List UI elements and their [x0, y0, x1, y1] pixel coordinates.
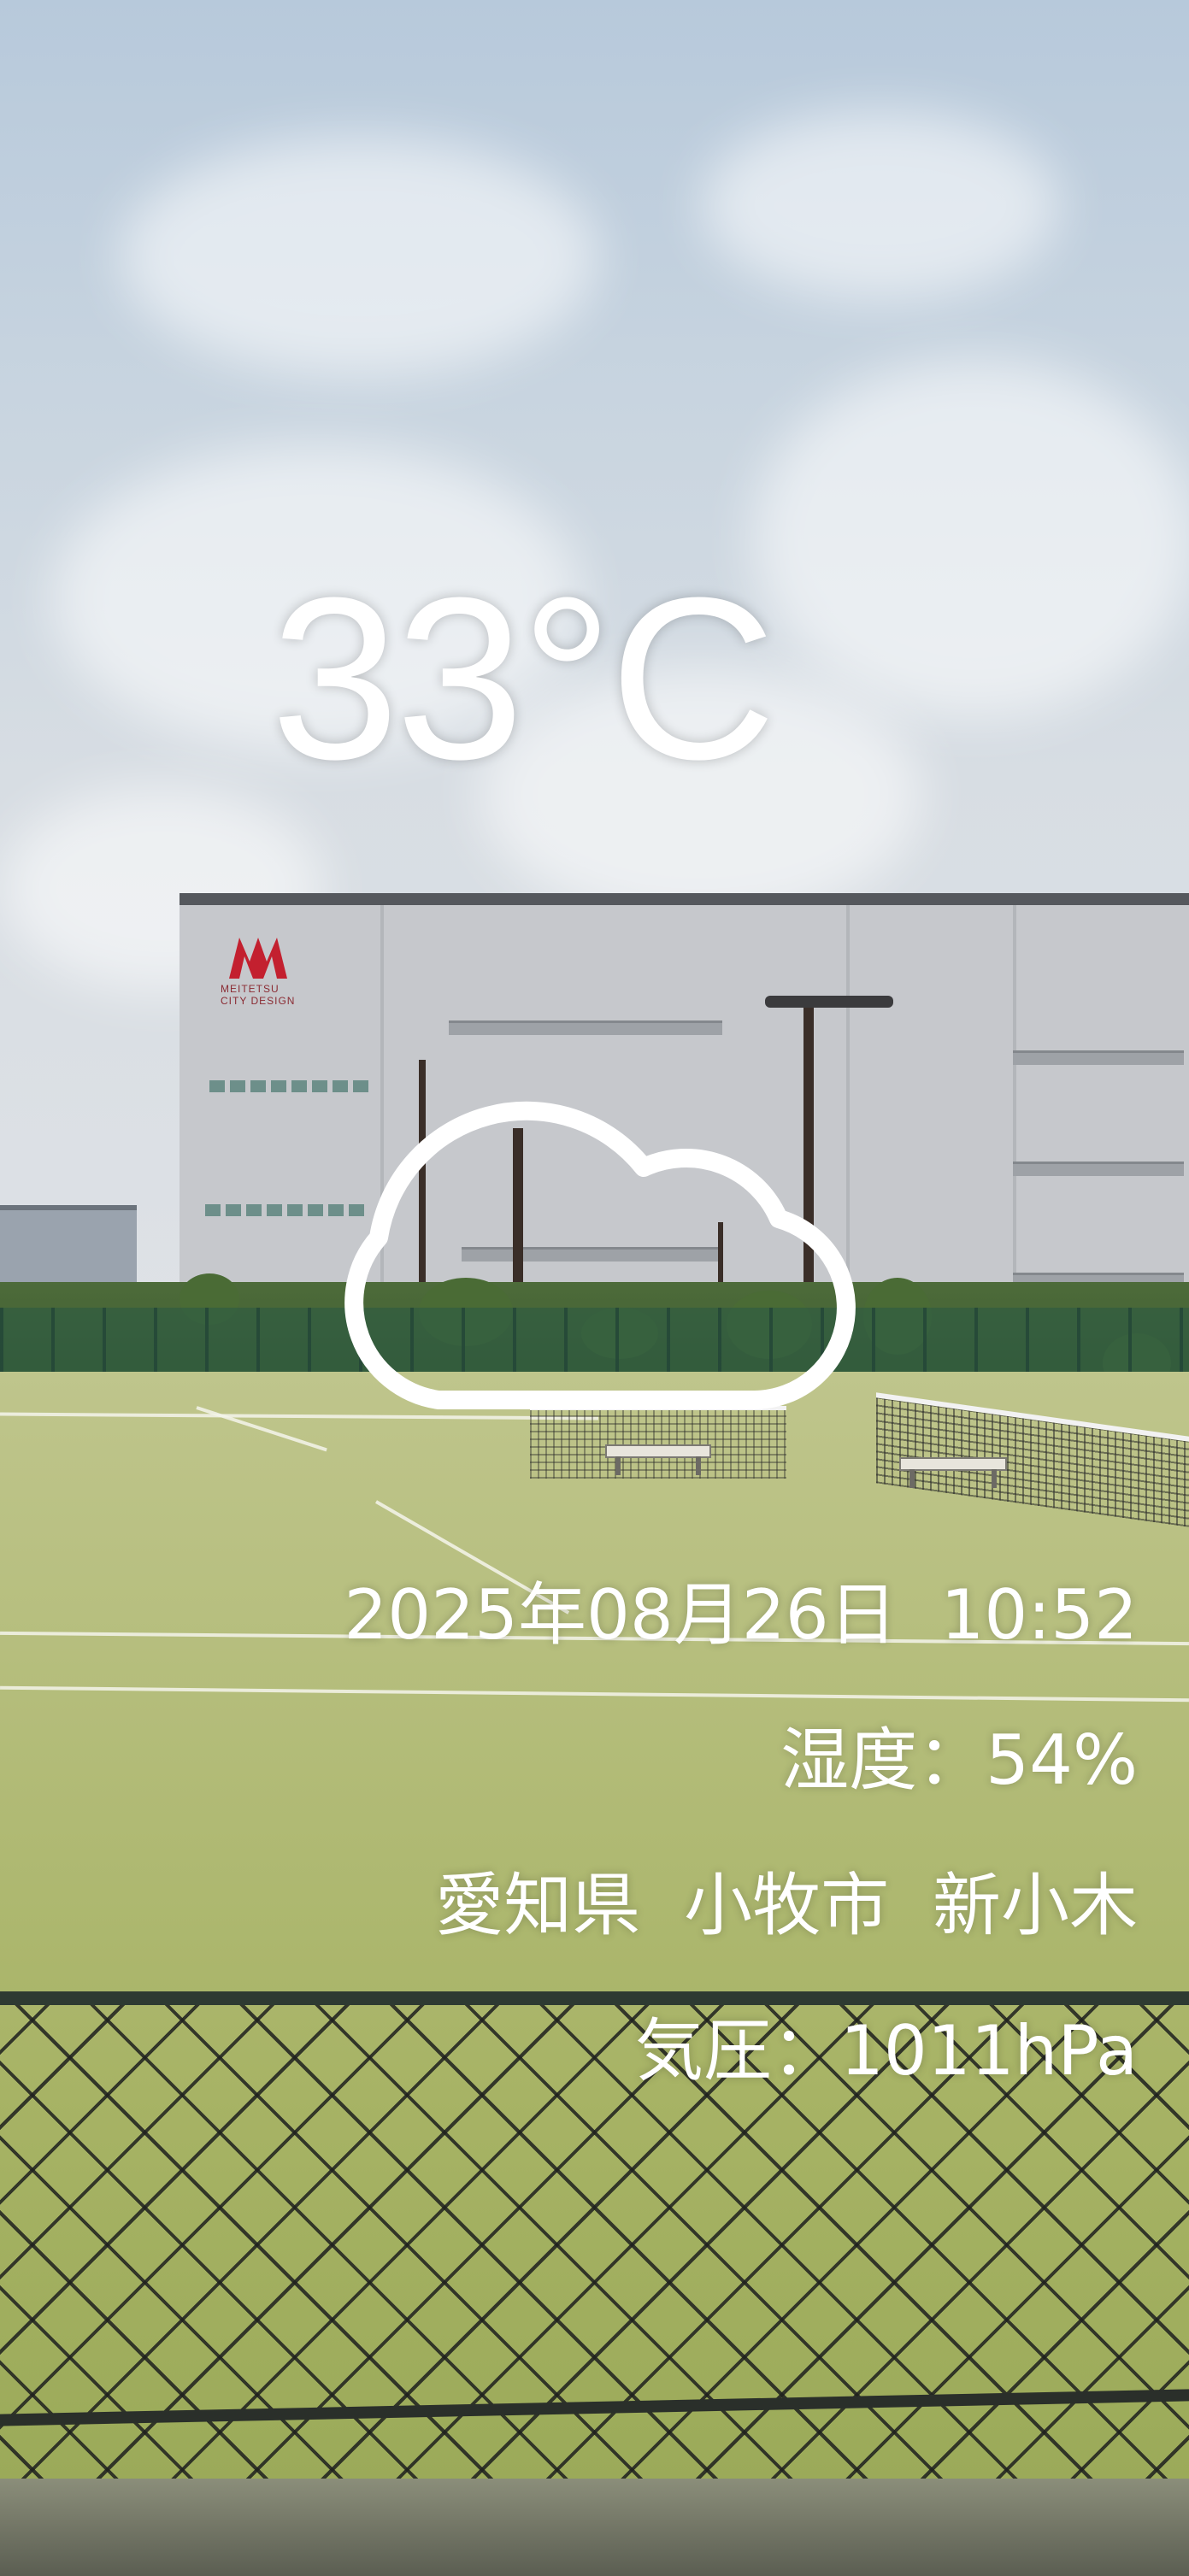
datetime-text: 2025年08月26日 10:52: [344, 1575, 1138, 1655]
pressure-text: 気圧：1011hPa: [635, 2011, 1138, 2091]
bench: [899, 1457, 1007, 1488]
ground: [0, 2479, 1189, 2576]
light-fixture: [765, 996, 893, 1008]
cloud-icon: [344, 1101, 856, 1409]
location-text: 愛知県 小牧市 新小木: [435, 1866, 1138, 1945]
humidity-text: 湿度：54%: [780, 1720, 1138, 1800]
meitetsu-logo: [229, 938, 287, 979]
tennis-net: [530, 1406, 786, 1479]
temperature-readout: 33°C: [270, 550, 776, 808]
logo-text: MEITETSU CITY DESIGN: [221, 983, 296, 1007]
bench: [605, 1444, 711, 1475]
